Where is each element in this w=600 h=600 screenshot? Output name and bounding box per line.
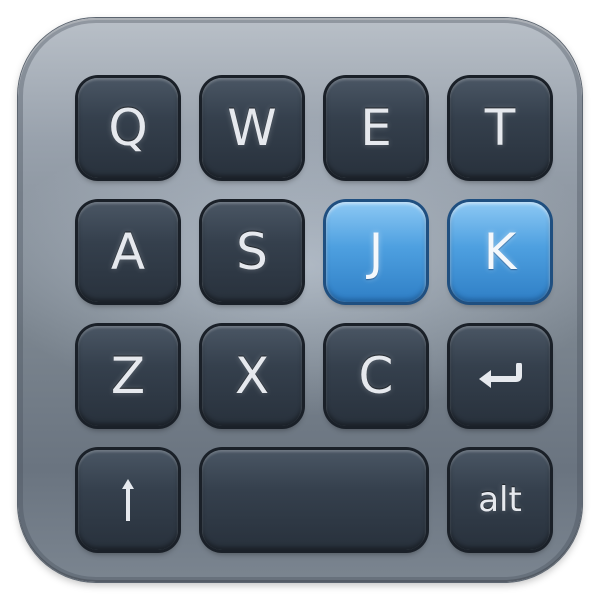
shift-bar-icon xyxy=(122,479,134,521)
key-a[interactable]: A xyxy=(78,202,178,302)
key-label: A xyxy=(110,223,146,281)
key-label: T xyxy=(484,99,516,157)
key-s[interactable]: S xyxy=(202,202,302,302)
key-alt[interactable]: alt xyxy=(450,450,550,550)
key-k-highlighted[interactable]: K xyxy=(450,202,550,302)
key-label: C xyxy=(358,347,394,405)
key-shift[interactable] xyxy=(78,450,178,550)
key-j-highlighted[interactable]: J xyxy=(326,202,426,302)
key-z[interactable]: Z xyxy=(78,326,178,426)
key-e[interactable]: E xyxy=(326,78,426,178)
keyboard-app-icon-frame: Q W E T A S J K Z X C alt xyxy=(18,18,582,582)
key-enter[interactable] xyxy=(450,326,550,426)
key-label: Z xyxy=(110,347,146,405)
key-space[interactable] xyxy=(202,450,426,550)
key-q[interactable]: Q xyxy=(78,78,178,178)
keyboard-grid: Q W E T A S J K Z X C alt xyxy=(78,78,562,562)
key-label: Q xyxy=(108,99,148,157)
key-label: W xyxy=(227,99,277,157)
key-c[interactable]: C xyxy=(326,326,426,426)
key-label: K xyxy=(483,223,517,281)
key-w[interactable]: W xyxy=(202,78,302,178)
key-label: alt xyxy=(478,480,522,520)
key-t[interactable]: T xyxy=(450,78,550,178)
key-label: J xyxy=(368,223,384,281)
key-label: S xyxy=(236,223,268,281)
key-label: X xyxy=(234,347,270,405)
key-label: E xyxy=(360,99,392,157)
key-x[interactable]: X xyxy=(202,326,302,426)
return-arrow-icon xyxy=(479,363,522,388)
